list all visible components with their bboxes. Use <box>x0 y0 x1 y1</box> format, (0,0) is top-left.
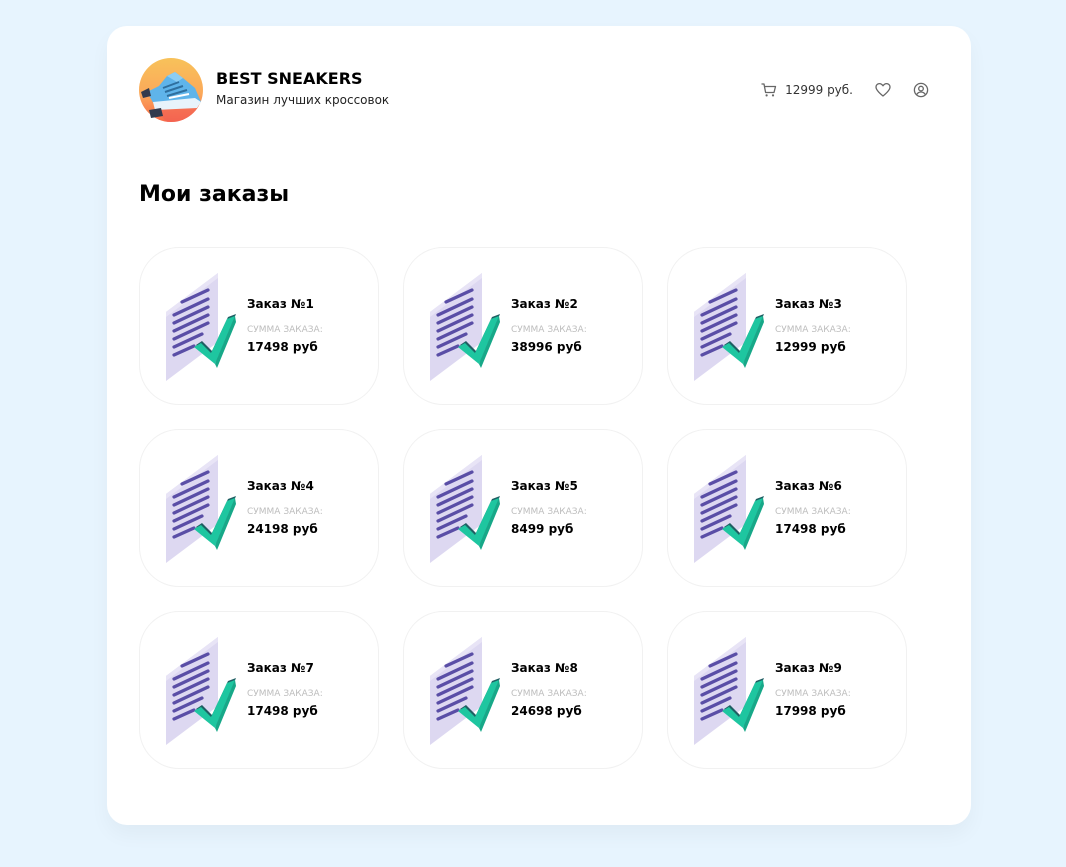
order-sum-value: 8499 руб <box>511 522 574 536</box>
favorites-button[interactable] <box>875 82 891 98</box>
order-sum-value: 17998 руб <box>775 704 846 718</box>
page-container: BEST SNEAKERS Магазин лучших кроссовок 1… <box>107 26 971 825</box>
order-card[interactable]: Заказ №6 Сумма заказа: 17498 руб <box>667 429 907 587</box>
brand-subtitle: Магазин лучших кроссовок <box>216 93 390 107</box>
order-title: Заказ №3 <box>775 297 842 311</box>
order-title: Заказ №6 <box>775 479 842 493</box>
order-sum-label: Сумма заказа: <box>775 689 851 699</box>
order-card[interactable]: Заказ №5 Сумма заказа: 8499 руб <box>403 429 643 587</box>
orders-grid: Заказ №1 Сумма заказа: 17498 руб Заказ №… <box>139 247 907 769</box>
order-sum-label: Сумма заказа: <box>775 325 851 335</box>
order-title: Заказ №1 <box>247 297 314 311</box>
order-sum-label: Сумма заказа: <box>247 507 323 517</box>
user-icon <box>913 82 929 98</box>
document-check-icon <box>692 636 766 746</box>
order-sum-label: Сумма заказа: <box>775 507 851 517</box>
order-title: Заказ №5 <box>511 479 578 493</box>
order-sum-label: Сумма заказа: <box>247 325 323 335</box>
order-title: Заказ №4 <box>247 479 314 493</box>
cart-icon <box>761 83 777 97</box>
order-sum-value: 24198 руб <box>247 522 318 536</box>
document-check-icon <box>428 636 502 746</box>
order-title: Заказ №9 <box>775 661 842 675</box>
document-check-icon <box>164 636 238 746</box>
document-check-icon <box>164 272 238 382</box>
cart-button[interactable]: 12999 руб. <box>761 82 853 98</box>
order-sum-value: 24698 руб <box>511 704 582 718</box>
order-card[interactable]: Заказ №2 Сумма заказа: 38996 руб <box>403 247 643 405</box>
order-card[interactable]: Заказ №4 Сумма заказа: 24198 руб <box>139 429 379 587</box>
order-title: Заказ №2 <box>511 297 578 311</box>
sneaker-logo-icon[interactable] <box>139 58 203 122</box>
order-sum-label: Сумма заказа: <box>247 689 323 699</box>
header-actions: 12999 руб. <box>761 79 929 101</box>
order-sum-label: Сумма заказа: <box>511 689 587 699</box>
heart-icon <box>875 82 891 97</box>
order-sum-value: 12999 руб <box>775 340 846 354</box>
page-title: Мои заказы <box>139 182 290 207</box>
order-card[interactable]: Заказ №9 Сумма заказа: 17998 руб <box>667 611 907 769</box>
order-sum-value: 17498 руб <box>247 704 318 718</box>
document-check-icon <box>692 272 766 382</box>
order-sum-value: 38996 руб <box>511 340 582 354</box>
order-card[interactable]: Заказ №7 Сумма заказа: 17498 руб <box>139 611 379 769</box>
document-check-icon <box>692 454 766 564</box>
document-check-icon <box>428 454 502 564</box>
order-sum-label: Сумма заказа: <box>511 325 587 335</box>
profile-button[interactable] <box>913 82 929 98</box>
order-sum-value: 17498 руб <box>247 340 318 354</box>
document-check-icon <box>164 454 238 564</box>
order-card[interactable]: Заказ №8 Сумма заказа: 24698 руб <box>403 611 643 769</box>
order-card[interactable]: Заказ №1 Сумма заказа: 17498 руб <box>139 247 379 405</box>
order-sum-value: 17498 руб <box>775 522 846 536</box>
order-card[interactable]: Заказ №3 Сумма заказа: 12999 руб <box>667 247 907 405</box>
document-check-icon <box>428 272 502 382</box>
header: BEST SNEAKERS Магазин лучших кроссовок 1… <box>139 58 929 122</box>
order-title: Заказ №7 <box>247 661 314 675</box>
cart-total: 12999 руб. <box>785 83 853 97</box>
brand-title: BEST SNEAKERS <box>216 69 363 88</box>
order-sum-label: Сумма заказа: <box>511 507 587 517</box>
order-title: Заказ №8 <box>511 661 578 675</box>
